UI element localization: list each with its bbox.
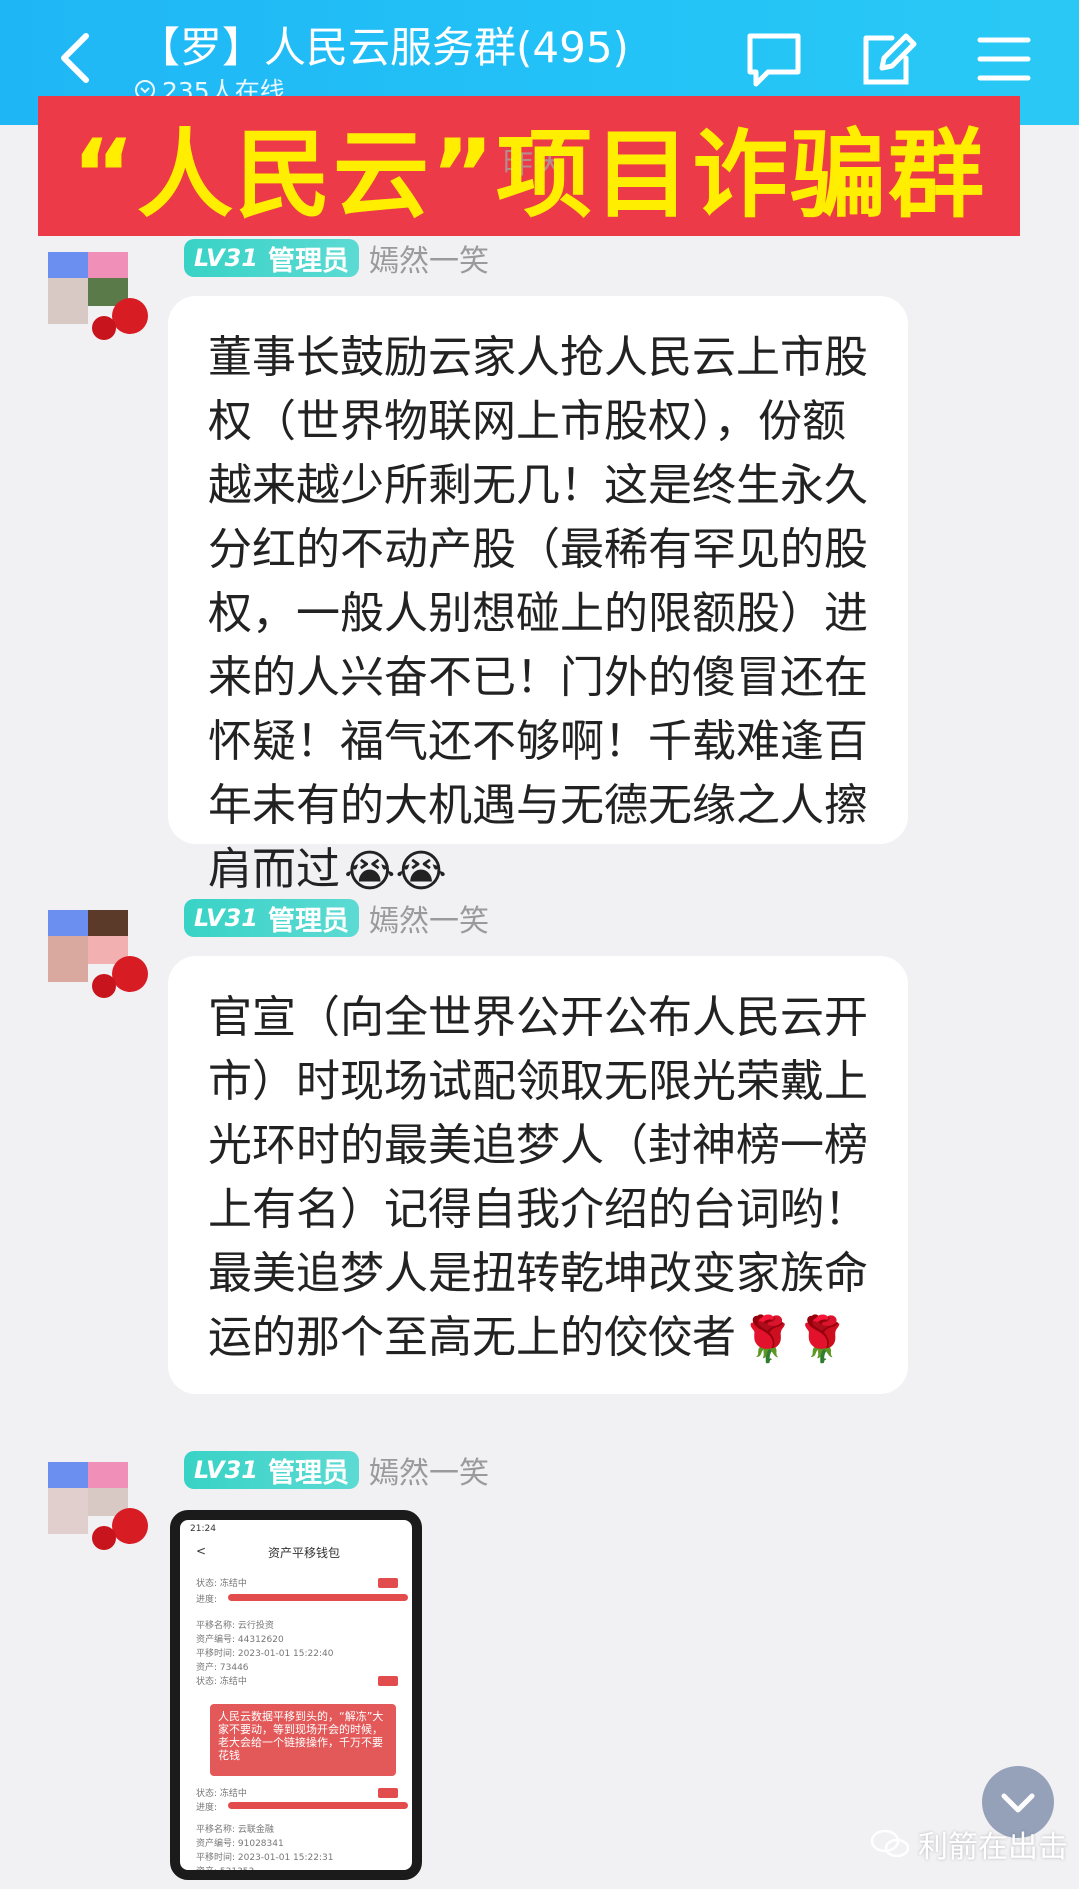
- sender-nickname[interactable]: 嫣然一笑: [369, 1448, 489, 1492]
- image-message[interactable]: 21:24 < 资产平移钱包 状态: 冻结中 进度: 平移名称: 云行投资 资产…: [170, 1510, 422, 1880]
- rose-icon: 🌹🌹: [740, 1314, 850, 1365]
- avatar[interactable]: [44, 232, 154, 342]
- menu-icon[interactable]: [972, 28, 1036, 90]
- screenshot-row: 资产: 73446: [196, 1663, 249, 1673]
- screenshot-tag: [378, 1676, 398, 1686]
- progress-bar: [228, 1802, 408, 1809]
- screenshot-tag: [378, 1578, 398, 1588]
- progress-bar: [228, 1594, 408, 1601]
- back-chevron-icon: <: [196, 1544, 207, 1558]
- sender-nickname[interactable]: 嫣然一笑: [369, 236, 489, 280]
- sender-meta: LV31 管理员 嫣然一笑: [184, 1448, 489, 1492]
- chevron-left-icon[interactable]: [52, 28, 102, 88]
- alert-box: 人民云数据平移到头的，“解冻”大家不要动，等到现场开会的时候，老大会给一个链接操…: [210, 1704, 396, 1776]
- screenshot-row: 平移时间: 2023-01-01 15:22:40: [196, 1649, 334, 1659]
- screenshot-row: 平移名称: 云联金融: [196, 1825, 274, 1835]
- avatar[interactable]: [44, 1442, 154, 1552]
- watermark: 利箭在出击: [870, 1822, 1068, 1866]
- status-bar-time: 21:24: [190, 1524, 216, 1534]
- wechat-logo-icon: [870, 1829, 910, 1858]
- screenshot-row: 平移时间: 2023-01-01 15:22:31: [196, 1853, 334, 1863]
- edit-icon[interactable]: [856, 28, 920, 90]
- screenshot-tag: [378, 1788, 398, 1798]
- screenshot-row: 进度:: [196, 1595, 218, 1605]
- message-text: 官宣（向全世界公开公布人民云开市）时现场试配领取无限光荣戴上光环时的最美追梦人（…: [208, 986, 872, 1372]
- level-badge: LV31 管理员: [184, 1451, 359, 1489]
- warning-banner: 昨天 “人民云”项目诈骗群: [38, 96, 1020, 236]
- screenshot-row: 资产编号: 91028341: [196, 1839, 284, 1849]
- avatar[interactable]: [44, 890, 154, 1000]
- sender-nickname[interactable]: 嫣然一笑: [369, 896, 489, 940]
- sender-meta: LV31 管理员 嫣然一笑: [184, 896, 489, 940]
- level-badge: LV31 管理员: [184, 239, 359, 277]
- message-text: 董事长鼓励云家人抢人民云上市股权（世界物联网上市股权），份额越来越少所剩无几！这…: [208, 326, 872, 904]
- screenshot-row: 状态: 冻结中: [196, 1579, 247, 1589]
- group-title[interactable]: 【罗】人民云服务群(495): [138, 14, 629, 75]
- screenshot-row: 进度:: [196, 1803, 218, 1813]
- screenshot-row: 状态: 冻结中: [196, 1677, 247, 1687]
- chat-bubble-icon[interactable]: [742, 28, 806, 90]
- message-bubble[interactable]: 官宣（向全世界公开公布人民云开市）时现场试配领取无限光荣戴上光环时的最美追梦人（…: [168, 956, 908, 1394]
- screenshot-row: 平移名称: 云行投资: [196, 1621, 274, 1631]
- watermark-text: 利箭在出击: [918, 1830, 1068, 1865]
- screenshot-title: 资产平移钱包: [268, 1546, 341, 1560]
- banner-text: “人民云”项目诈骗群: [71, 118, 987, 231]
- message-bubble[interactable]: 董事长鼓励云家人抢人民云上市股权（世界物联网上市股权），份额越来越少所剩无几！这…: [168, 296, 908, 897]
- screenshot-row: 资产编号: 44312620: [196, 1635, 284, 1645]
- crying-face-icon: 😭😭: [344, 846, 447, 897]
- screenshot-row: 资产: 521353: [196, 1867, 255, 1877]
- sender-meta: LV31 管理员 嫣然一笑: [184, 236, 489, 280]
- screenshot-row: 状态: 冻结中: [196, 1789, 247, 1799]
- level-badge: LV31 管理员: [184, 899, 359, 937]
